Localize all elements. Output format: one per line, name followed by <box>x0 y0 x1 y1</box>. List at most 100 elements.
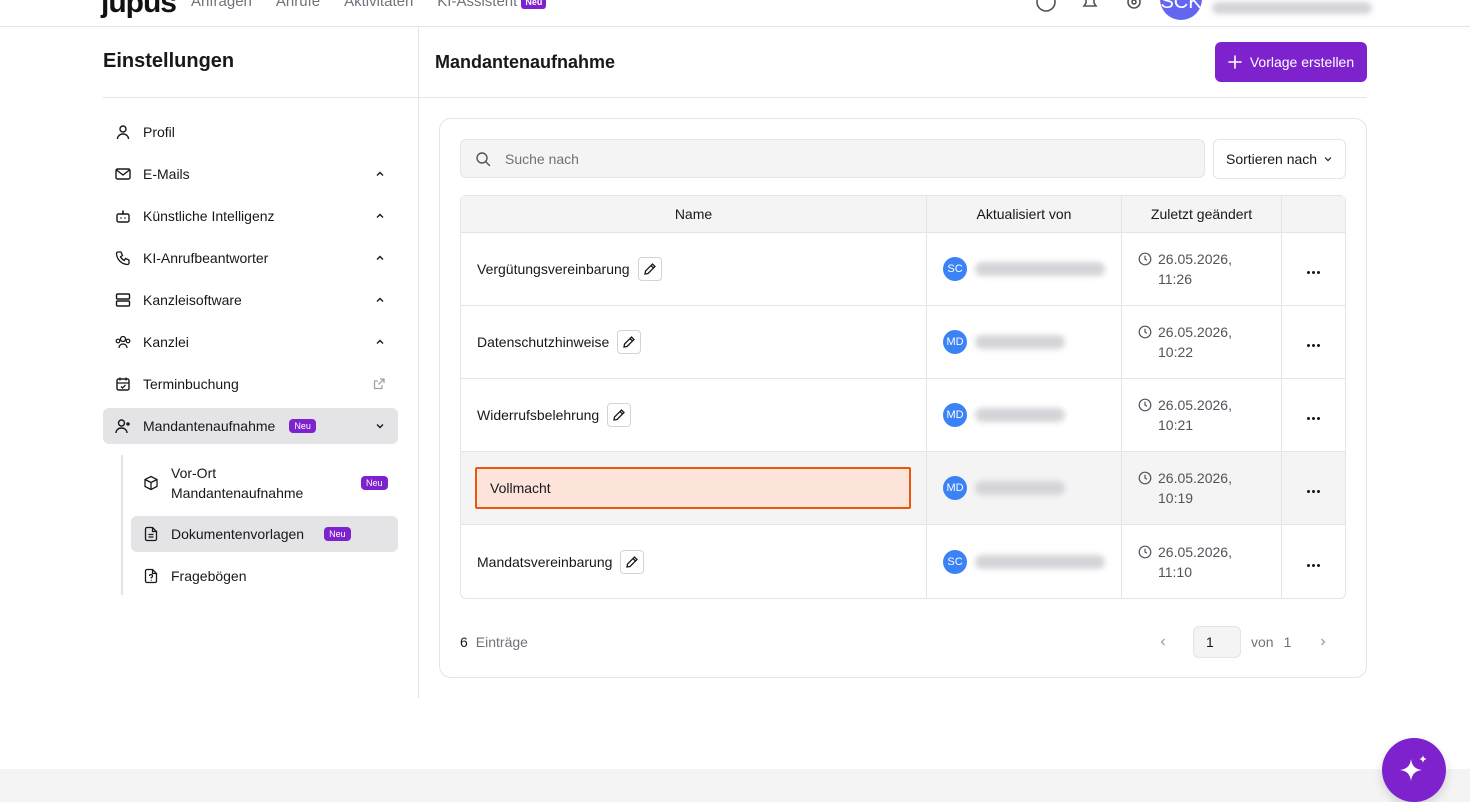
modified-date: 26.05.2026, <box>1158 397 1232 413</box>
calendar-icon <box>116 377 130 391</box>
sidebar-item-kanzlei[interactable]: Kanzlei <box>103 324 398 360</box>
chevron-down-icon <box>376 424 384 429</box>
create-template-button[interactable]: Vorlage erstellen <box>1215 42 1367 82</box>
external-link-icon <box>373 378 385 390</box>
pencil-icon <box>623 336 636 348</box>
table-row[interactable]: Mandatsvereinbarung SC 26.05.2026, 11:10 <box>461 525 1345 598</box>
avatar: MD <box>943 403 967 427</box>
subnav-item-label: Fragebögen <box>171 568 247 584</box>
mail-icon <box>115 168 131 180</box>
sidebar-item-label: KI-Anrufbeantworter <box>143 250 269 266</box>
sidebar-item-label: Kanzleisoftware <box>143 292 242 308</box>
sidebar-item-kanzleisoftware[interactable]: Kanzleisoftware <box>103 282 398 318</box>
edit-name-button[interactable] <box>620 549 645 574</box>
modified-time: 10:19 <box>1158 490 1194 506</box>
edit-name-button[interactable] <box>617 330 642 354</box>
template-name[interactable]: Mandatsvereinbarung <box>477 554 612 570</box>
more-options-icon[interactable] <box>1307 271 1320 274</box>
sidebar-item-emails[interactable]: E-Mails <box>103 156 398 192</box>
clock-icon <box>1138 545 1152 558</box>
chevron-up-icon <box>376 255 384 260</box>
sidebar-item-label: Künstliche Intelligenz <box>143 208 275 224</box>
column-header-last-changed[interactable]: Zuletzt geändert <box>1121 196 1281 233</box>
more-options-icon[interactable] <box>1307 344 1320 347</box>
nav-anfragen[interactable]: Anfragen <box>191 0 252 10</box>
template-name-input[interactable] <box>475 467 911 509</box>
search-input[interactable] <box>505 150 1185 167</box>
subnav-mandantenaufnahme: Vor-Ort Mandantenaufnahme Neu Dokumenten… <box>121 455 398 595</box>
new-badge: Neu <box>289 419 316 433</box>
table-row[interactable]: MD 26.05.2026, 10:19 <box>461 452 1345 525</box>
entries-count: 6 Einträge <box>460 634 528 650</box>
user-name-redacted <box>1212 2 1372 14</box>
user-name-redacted <box>975 335 1065 349</box>
table-header-row: Name Aktualisiert von Zuletzt geändert <box>461 196 1345 233</box>
column-header-updated-by[interactable]: Aktualisiert von <box>926 196 1121 233</box>
sidebar-item-label: E-Mails <box>143 166 190 182</box>
template-name[interactable]: Datenschutzhinweise <box>477 334 609 350</box>
page-input[interactable] <box>1193 626 1241 658</box>
user-plus-icon <box>115 419 130 434</box>
prev-page-button[interactable] <box>1155 634 1171 650</box>
more-options-icon[interactable] <box>1307 417 1320 420</box>
table-row[interactable]: Vergütungsvereinbarung SC 26.05.2026, 11:… <box>461 233 1345 306</box>
clock-icon <box>1138 252 1152 266</box>
user-name-redacted <box>975 262 1105 276</box>
sidebar-item-label: Profil <box>143 124 175 140</box>
edit-name-button[interactable] <box>637 257 662 281</box>
subnav-item-vor-ort[interactable]: Vor-Ort Mandantenaufnahme Neu <box>131 461 398 505</box>
search-icon <box>476 151 491 166</box>
user-avatar[interactable]: SCK <box>1160 0 1202 20</box>
help-icon[interactable] <box>1034 0 1058 14</box>
avatar: SC <box>943 549 967 574</box>
more-options-icon[interactable] <box>1307 563 1320 567</box>
bot-icon <box>116 210 130 223</box>
nav-ki-assistent-label: KI-Assistent <box>437 0 518 10</box>
more-options-icon[interactable] <box>1307 490 1320 493</box>
sidebar-item-label: Kanzlei <box>143 334 189 350</box>
entries-label: Einträge <box>475 634 528 650</box>
sparkle-icon <box>1400 755 1427 781</box>
sidebar-item-ki[interactable]: Künstliche Intelligenz <box>103 198 398 234</box>
nav-aktivitaeten[interactable]: Aktivitäten <box>344 0 413 10</box>
subnav-item-dokumentenvorlagen[interactable]: Dokumentenvorlagen Neu <box>131 516 398 552</box>
sidebar-item-terminbuchung[interactable]: Terminbuchung <box>103 366 398 402</box>
top-nav: Anfragen Anrufe Aktivitäten KI-Assistent… <box>191 0 547 10</box>
user-icon <box>116 125 130 140</box>
modified-time: 10:21 <box>1158 417 1194 433</box>
column-header-name[interactable]: Name <box>461 196 926 233</box>
chevron-up-icon <box>376 297 384 302</box>
subnav-item-frageboegen[interactable]: Fragebögen <box>131 558 398 594</box>
sidebar-item-profil[interactable]: Profil <box>103 114 398 150</box>
chevron-up-icon <box>376 213 384 218</box>
nav-anrufe[interactable]: Anrufe <box>276 0 320 10</box>
subnav-item-label: Vor-Ort Mandantenaufnahme <box>171 465 304 501</box>
modified-time: 11:26 <box>1158 271 1192 287</box>
next-page-button[interactable] <box>1315 634 1331 650</box>
edit-name-button[interactable] <box>607 403 632 427</box>
bell-icon[interactable] <box>1078 0 1102 14</box>
gear-icon[interactable] <box>1122 0 1146 14</box>
new-badge: Neu <box>361 476 388 490</box>
sort-dropdown[interactable]: Sortieren nach <box>1213 139 1346 179</box>
sidebar-item-ki-anrufbeantworter[interactable]: KI-Anrufbeantworter <box>103 240 398 276</box>
header-divider <box>419 97 1367 98</box>
table-row[interactable]: Widerrufsbelehrung MD 26.05.2026, 10:21 <box>461 379 1345 452</box>
template-name[interactable]: Widerrufsbelehrung <box>477 407 599 423</box>
modified-date: 26.05.2026, <box>1158 251 1232 267</box>
nav-ki-assistent[interactable]: KI-Assistent Neu <box>437 0 547 10</box>
new-badge: Neu <box>521 0 547 10</box>
modified-date: 26.05.2026, <box>1158 324 1232 340</box>
page-title: Mandantenaufnahme <box>435 52 616 72</box>
table-row[interactable]: Datenschutzhinweise MD 26.05.2026, 10:22 <box>461 306 1345 379</box>
ai-assistant-button[interactable] <box>1382 738 1446 802</box>
sidebar-item-mandantenaufnahme[interactable]: Mandantenaufnahme Neu <box>103 408 398 444</box>
app-logo[interactable]: jupus <box>101 0 177 20</box>
users-icon <box>115 335 131 349</box>
chevron-down-icon <box>1324 157 1332 162</box>
template-name[interactable]: Vergütungsvereinbarung <box>477 261 630 277</box>
box-icon <box>144 475 158 491</box>
templates-card: Sortieren nach Name Aktualisiert von Zul… <box>439 118 1367 678</box>
footer-strip <box>0 769 1470 802</box>
sidebar-item-label: Mandantenaufnahme <box>143 418 276 434</box>
